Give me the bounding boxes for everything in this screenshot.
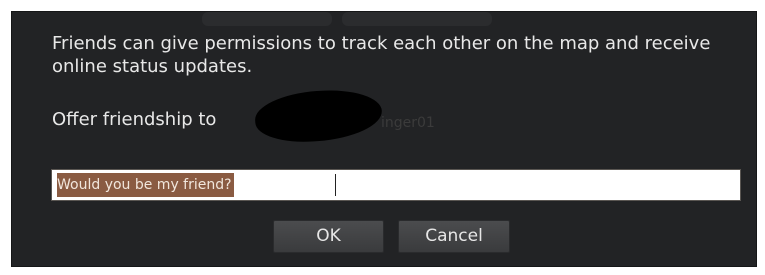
cancel-button[interactable]: Cancel — [398, 220, 510, 253]
ok-button[interactable]: OK — [273, 220, 384, 253]
offer-friendship-label: Offer friendship to — [52, 109, 217, 130]
friendship-info-text: Friends can give permissions to track ea… — [52, 33, 711, 77]
background-artifact — [342, 12, 492, 26]
offer-friendship-dialog: Friends can give permissions to track ea… — [11, 11, 757, 267]
background-artifact — [202, 12, 332, 26]
recipient-name-partial: inger01 — [381, 115, 435, 131]
selected-input-text[interactable]: Would you be my friend? — [57, 173, 234, 197]
screenshot-frame: Friends can give permissions to track ea… — [0, 0, 765, 275]
redacted-name-mark — [253, 86, 384, 146]
text-caret — [335, 174, 336, 196]
friendship-message-input[interactable]: Would you be my friend? — [51, 169, 741, 201]
